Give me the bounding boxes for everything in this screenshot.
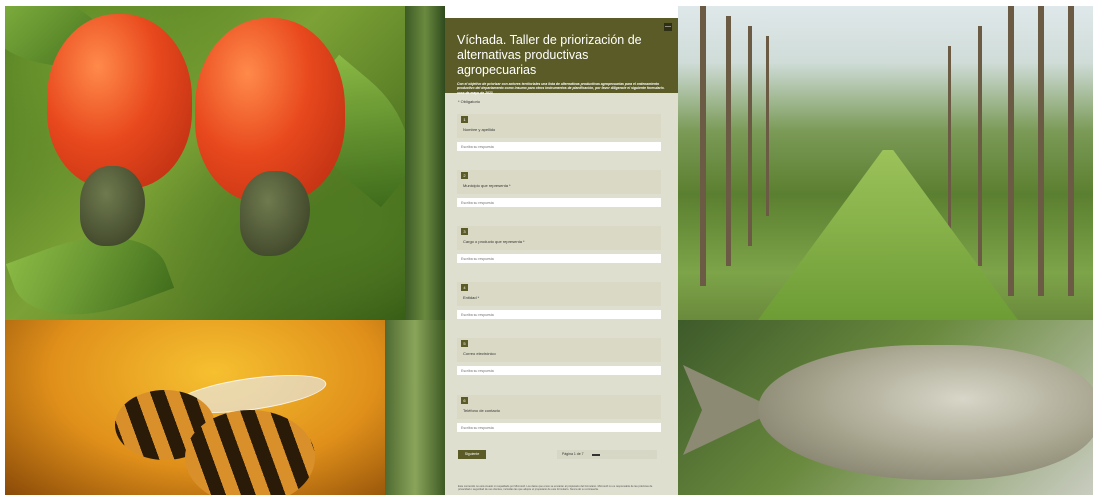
email-input[interactable] <box>457 366 661 375</box>
forest-photo-strip <box>405 6 445 320</box>
collapse-button[interactable]: — <box>664 23 672 31</box>
page-indicator-text: Página 1 de 7 <box>562 452 584 456</box>
tree-plantation-photo <box>678 6 1093 320</box>
question-number: 3 <box>461 228 468 235</box>
question-label: Municipio que representa * <box>463 183 511 188</box>
question-label: Entidad * <box>463 295 480 300</box>
form-date: xxxx de mayo de 2023 <box>457 90 493 95</box>
forest-photo-strip-bottom <box>385 320 445 495</box>
required-note: * Obligatorio <box>458 99 481 104</box>
question-label: Teléfono de contacto <box>463 408 500 413</box>
form-panel: — Víchada. Taller de priorización de alt… <box>445 18 678 495</box>
form-description: Con el objetivo de priorizar con actores… <box>457 82 666 95</box>
question-label: Cargo o producto que representa * <box>463 239 525 244</box>
footer-disclaimer: Este contenido no está creado ni respald… <box>458 485 653 492</box>
question-municipality: 2 Municipio que representa * <box>457 170 661 207</box>
question-email: 5 Correo electrónico <box>457 338 661 375</box>
question-number: 4 <box>461 284 468 291</box>
fish-photo <box>678 320 1093 495</box>
form-header: — Víchada. Taller de priorización de alt… <box>445 18 678 95</box>
question-name: 1 Nombre y apellido <box>457 114 661 151</box>
name-input[interactable] <box>457 142 661 151</box>
municipality-input[interactable] <box>457 198 661 207</box>
page-indicator: Página 1 de 7 <box>557 450 657 459</box>
bee-photo <box>5 320 385 495</box>
form-title: Víchada. Taller de priorización de alter… <box>457 33 642 77</box>
question-role: 3 Cargo o producto que representa * <box>457 226 661 263</box>
question-label: Nombre y apellido <box>463 127 496 132</box>
question-phone: 6 Teléfono de contacto <box>457 395 661 432</box>
progress-bar-fill <box>592 454 600 456</box>
question-number: 1 <box>461 116 468 123</box>
cashew-photo <box>5 6 405 320</box>
next-button[interactable]: Siguiente <box>458 450 486 459</box>
question-label: Correo electrónico <box>463 351 496 356</box>
phone-input[interactable] <box>457 423 661 432</box>
role-input[interactable] <box>457 254 661 263</box>
entity-input[interactable] <box>457 310 661 319</box>
question-entity: 4 Entidad * <box>457 282 661 319</box>
question-number: 5 <box>461 340 468 347</box>
progress-bar <box>592 454 647 456</box>
form-description-text: Con el objetivo de priorizar con actores… <box>457 82 665 91</box>
question-number: 6 <box>461 397 468 404</box>
question-number: 2 <box>461 172 468 179</box>
